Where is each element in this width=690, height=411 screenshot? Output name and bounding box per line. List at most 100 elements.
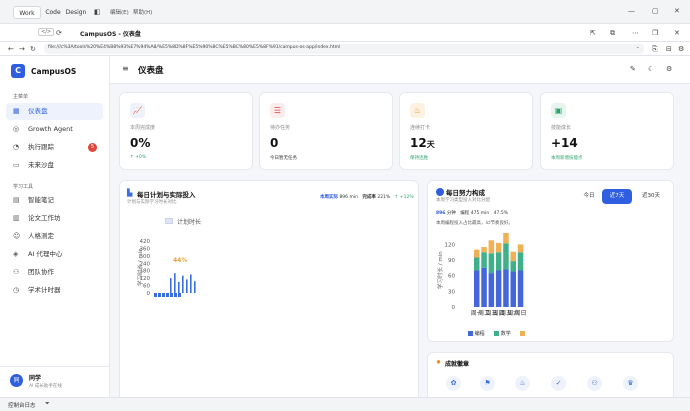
maximize-icon[interactable]: ▢ <box>652 6 659 16</box>
user-profile[interactable]: 同 同学 AI 成长助手在线 <box>0 366 110 397</box>
tab-7days[interactable]: 近7天 <box>602 189 632 204</box>
badge-trophy-icon[interactable]: ♛ <box>623 376 638 391</box>
plan-chart: 学习时长 / min420360300240180120600 <box>136 239 196 297</box>
ai-icon: ◈ <box>13 250 19 258</box>
actual-value: 896 min <box>339 195 358 200</box>
stat-unit: 天 <box>426 140 435 149</box>
top-type-label: 编程 <box>460 211 470 216</box>
effort-bar-segment <box>474 257 480 271</box>
effort-y-tick-label: 60 <box>448 274 455 280</box>
plan-y-tick-label: 240 <box>140 261 151 267</box>
sidebar-item-growth-agent[interactable]: ◎ Growth Agent <box>6 121 103 138</box>
plan-y-tick-label: 420 <box>140 239 151 245</box>
stat-value: 0% <box>130 136 151 150</box>
delta-value: ↑ +12% <box>394 195 414 200</box>
achievements-title: 成就徽章 <box>445 361 470 368</box>
menu-edit[interactable]: 编辑(E) <box>110 8 129 16</box>
effort-y-axis-title: 学习时长 / min <box>436 251 444 289</box>
sidebar-item-timer[interactable]: ◷ 学术计时器 <box>6 282 103 299</box>
plan-bar <box>190 274 192 293</box>
plan-y-tick-label: 180 <box>140 269 151 275</box>
reload-icon[interactable]: ↻ <box>30 44 36 54</box>
effort-bar-segment <box>510 261 516 272</box>
plan-bar <box>186 279 188 293</box>
stat-label: 技能成长 <box>551 125 572 131</box>
close-icon[interactable]: ✕ <box>674 6 680 16</box>
plan-x-tick <box>178 293 181 297</box>
open-external-icon[interactable]: ⧉ <box>610 28 615 38</box>
stat-card-todo[interactable]: ☰ 待办任务 0 今日暂无任务 <box>259 92 393 170</box>
sidebar-item-team[interactable]: ⚇ 团队协作 <box>6 264 103 281</box>
plan-x-tick <box>174 293 177 297</box>
sidebar-item-ai-agents[interactable]: ◈ AI 代理中心 <box>6 246 103 263</box>
menu-icon[interactable]: ≡ <box>122 64 129 73</box>
effort-bar-segment <box>503 243 509 270</box>
team-icon: ⚇ <box>13 268 20 276</box>
stat-card-skills[interactable]: ▣ 技能成长 +14 本周新增技能点 <box>540 92 674 170</box>
tab-title[interactable]: CampusOS - 仪表盘 <box>80 29 141 38</box>
effort-note: 本周编程投入占比最高，Icl节奏良好。 <box>436 221 514 226</box>
app-name: CampusOS <box>31 67 77 76</box>
effort-bar-segment <box>503 269 509 307</box>
effort-bar-segment <box>495 242 502 253</box>
effort-bar-segment <box>488 253 495 274</box>
effort-bar-segment <box>481 247 487 253</box>
stat-card-completion[interactable]: 📈 本周完成度 0% ↑ +0% <box>119 92 253 170</box>
effort-stats: 896 分钟 编程 475 min 47.5% <box>436 210 508 216</box>
settings-gear-icon[interactable]: ⚙ <box>666 65 672 73</box>
legend-swatch-plan <box>165 218 173 224</box>
mode-code-button[interactable]: Code <box>44 6 62 19</box>
page-title: 仪表盘 <box>138 66 164 76</box>
achievements-card: ✸ 成就徽章 <box>427 352 674 402</box>
code-view-badge[interactable]: </> <box>38 28 55 36</box>
back-icon[interactable]: ← <box>8 44 14 54</box>
badge-people-icon[interactable]: ⚑ <box>480 376 495 391</box>
tab-30days[interactable]: 近30天 <box>636 190 666 203</box>
badge-check-icon[interactable]: ✓ <box>551 376 566 391</box>
effort-bar-segment <box>481 267 487 307</box>
sidebar-toggle-icon[interactable]: ◧ <box>94 7 101 17</box>
mode-work-button[interactable]: Work <box>13 6 41 19</box>
plan-summary: 本周实际 896 min 完成率 221% ↑ +12% <box>320 194 414 200</box>
url-field[interactable]: file:///c%3A/tools%20%E4%B8%93%E7%94%A8/… <box>44 44 644 54</box>
badge-plant-icon[interactable]: ✿ <box>446 376 461 391</box>
paper-icon: ▥ <box>13 214 20 222</box>
share-icon[interactable]: ⇱ <box>590 28 596 38</box>
sidebar-item-label: 仪表盘 <box>28 107 48 115</box>
menu-help[interactable]: 帮助(H) <box>133 8 152 16</box>
sidebar-item-personality[interactable]: ☺ 人格测定 <box>6 228 103 245</box>
badge-fire-icon[interactable]: ♨ <box>515 376 530 391</box>
badge-team-icon[interactable]: ⚇ <box>587 376 602 391</box>
mode-design-button[interactable]: Design <box>65 6 87 19</box>
settings-icon[interactable]: ⚙ <box>678 44 684 54</box>
bookmark-icon[interactable]: ⎘ <box>652 44 658 54</box>
minimize-icon[interactable]: — <box>628 6 635 16</box>
filter-icon[interactable]: ⏷ <box>45 400 50 408</box>
sidebar-item-sandbox[interactable]: ▭ 未来沙盘 <box>6 157 103 174</box>
console-log-label[interactable]: 控制台日志 <box>8 401 36 409</box>
plan-x-tick <box>158 293 161 297</box>
plan-percent: 44% <box>173 257 188 264</box>
refresh-icon[interactable]: ⟳ <box>56 28 62 38</box>
copy-icon[interactable]: ❐ <box>652 28 658 38</box>
effort-chart: 学习时长 / min1209060300周一周二周三周四周五周六周日 <box>436 232 527 317</box>
effort-subtitle: 本周学习类型投入对比分配 <box>436 198 490 203</box>
tab-close-icon[interactable]: ✕ <box>674 28 680 38</box>
effort-bar-segment <box>474 270 480 307</box>
sidebar-item-tracking[interactable]: ◔ 执行跟踪 5 <box>6 139 103 156</box>
edit-icon[interactable]: ✎ <box>630 65 636 73</box>
more-icon[interactable]: ⋯ <box>632 28 639 38</box>
map-icon: ▣ <box>551 103 566 118</box>
sidebar-item-paper[interactable]: ▥ 论文工作坊 <box>6 210 103 227</box>
devtools-icon[interactable]: ⊟ <box>666 44 672 54</box>
sidebar-item-dashboard[interactable]: ▦ 仪表盘 <box>6 103 103 120</box>
theme-icon[interactable]: ☾ <box>648 65 654 73</box>
stat-card-streak[interactable]: ♨ 连续打卡 12天 保持连胜 <box>399 92 533 170</box>
url-dropdown-icon[interactable]: ⌄ <box>636 44 640 50</box>
legend-label-coding: 编程 <box>474 331 485 337</box>
forward-icon[interactable]: → <box>19 44 25 54</box>
sidebar-item-label: 人格测定 <box>28 232 54 240</box>
sidebar-item-label: 未来沙盘 <box>28 161 54 169</box>
tab-today[interactable]: 今日 <box>578 190 600 203</box>
sidebar-item-notes[interactable]: ▤ 智能笔记 <box>6 192 103 209</box>
